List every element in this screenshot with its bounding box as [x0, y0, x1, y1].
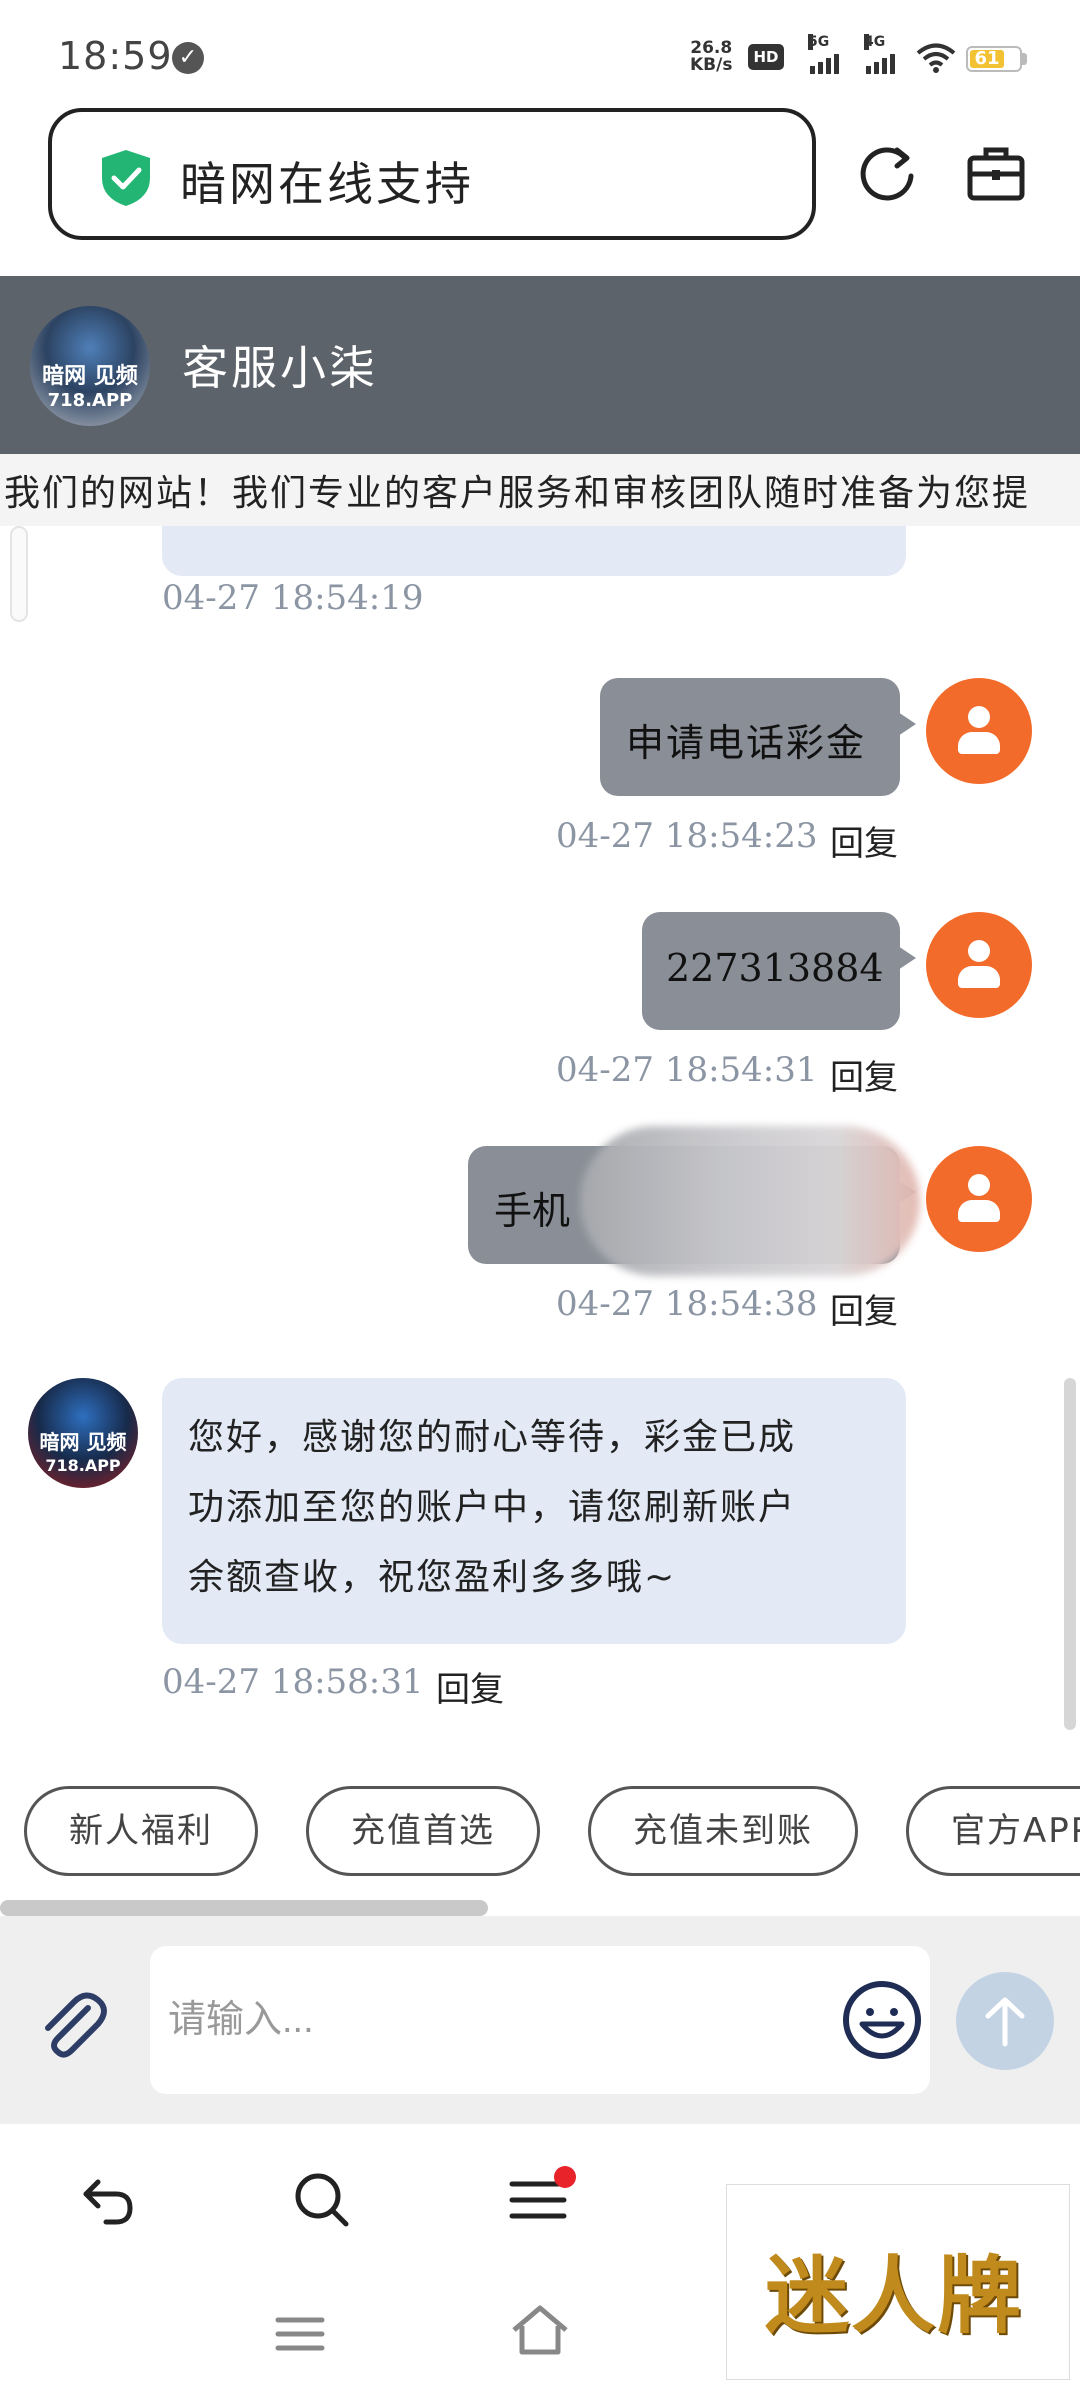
message-time: 04-27 18:58:31	[162, 1662, 424, 1702]
avatar-brand-text: 暗网 见频	[42, 364, 138, 389]
signal-5g-label: 5G	[808, 34, 830, 50]
hd-icon: HD	[748, 44, 784, 70]
notification-dot	[554, 2166, 576, 2188]
signal-4g-label: 4G	[864, 34, 886, 50]
announcement-text: 问我们的网站！我们专业的客户服务和审核团队随时准备为您提	[0, 473, 1031, 514]
message-line: 余额查收，祝您盈利多多哦~	[188, 1557, 677, 1598]
agent-message-bubble-partial	[162, 526, 906, 576]
agent-message-bubble: 您好，感谢您的耐心等待，彩金已成 功添加至您的账户中，请您刷新账户 余额查收，祝…	[162, 1378, 906, 1644]
user-message-bubble: 申请电话彩金	[600, 678, 916, 796]
quick-reply-bar: 新人福利 充值首选 充值未到账 官方APP	[0, 1772, 1080, 1902]
signal-4g-icon: 4G	[864, 34, 895, 74]
quick-reply-deposit-preferred[interactable]: 充值首选	[306, 1786, 540, 1876]
reload-icon[interactable]	[853, 140, 921, 208]
back-icon[interactable]	[76, 2168, 140, 2232]
agent-name: 客服小柒	[182, 341, 378, 395]
watermark-text: 迷人牌	[765, 2246, 1024, 2345]
message-time: 04-27 18:54:23	[556, 816, 818, 856]
watermark-logo: 迷人牌	[726, 2184, 1070, 2380]
user-avatar	[926, 1146, 1032, 1252]
left-scroll-indicator	[10, 526, 28, 622]
user-avatar	[926, 678, 1032, 784]
paperclip-icon[interactable]	[32, 1984, 116, 2068]
address-bar[interactable]: 暗网在线支持	[48, 108, 816, 240]
reply-link[interactable]: 回复	[830, 1284, 898, 1333]
redaction-blur	[580, 1126, 920, 1276]
avatar-brand-sub: 718.APP	[45, 1456, 121, 1475]
message-time: 04-27 18:54:31	[556, 1050, 818, 1090]
message-text: 申请电话彩金	[626, 721, 867, 765]
net-speed: 26.8 KB/s	[690, 40, 732, 74]
avatar-brand-sub: 718.APP	[47, 390, 133, 411]
message-line: 功添加至您的账户中，请您刷新账户	[188, 1487, 797, 1528]
announcement-marquee: 问我们的网站！我们专业的客户服务和审核团队随时准备为您提	[0, 454, 1080, 526]
status-bar: 18:59 ✓ 26.8 KB/s HD 5G 4G 61	[0, 0, 1080, 110]
arrow-up-icon	[985, 1997, 1025, 2047]
agent-avatar: 暗网 见频 718.APP	[28, 1378, 138, 1488]
toolbox-icon[interactable]	[962, 140, 1030, 208]
message-line: 您好，感谢您的耐心等待，彩金已成	[188, 1417, 797, 1458]
chat-header: 暗网 见频 718.APP 客服小柒	[0, 276, 1080, 454]
battery-icon: 61	[966, 46, 1022, 72]
user-message-bubble: 227313884	[642, 912, 916, 1030]
signal-5g-icon: 5G	[808, 34, 839, 74]
status-time: 18:59	[58, 34, 173, 78]
battery-tip	[1022, 53, 1027, 65]
net-speed-unit: KB/s	[690, 55, 733, 75]
user-avatar	[926, 912, 1032, 1018]
battery-level: 61	[970, 50, 1004, 68]
wifi-icon	[916, 43, 956, 73]
message-input-bar	[0, 1916, 1080, 2124]
quick-reply-new-user-bonus[interactable]: 新人福利	[24, 1786, 258, 1876]
home-icon[interactable]	[508, 2300, 572, 2364]
system-menu-icon[interactable]	[268, 2302, 332, 2366]
check-circle-icon: ✓	[172, 42, 204, 74]
emoji-icon[interactable]	[840, 1978, 924, 2062]
reply-link[interactable]: 回复	[830, 1050, 898, 1099]
quick-reply-official-app[interactable]: 官方APP	[906, 1786, 1080, 1876]
quick-reply-deposit-missing[interactable]: 充值未到账	[588, 1786, 858, 1876]
send-button[interactable]	[956, 1972, 1054, 2070]
message-text: 227313884	[666, 946, 884, 990]
shield-check-icon	[102, 150, 150, 206]
agent-avatar: 暗网 见频 718.APP	[30, 306, 150, 426]
chat-messages[interactable]: 04-27 18:54:19 申请电话彩金 04-27 18:54:23 回复 …	[0, 526, 1080, 1772]
reply-link[interactable]: 回复	[436, 1662, 504, 1711]
chat-scrollbar[interactable]	[1064, 1378, 1076, 1730]
avatar-brand-text: 暗网 见频	[39, 1430, 127, 1454]
reply-link[interactable]: 回复	[830, 816, 898, 865]
message-input[interactable]	[150, 1946, 930, 2094]
message-time: 04-27 18:54:38	[556, 1284, 818, 1324]
quick-reply-scrollbar[interactable]	[0, 1900, 488, 1916]
message-time: 04-27 18:54:19	[162, 578, 424, 618]
search-icon[interactable]	[290, 2168, 354, 2232]
page-title: 暗网在线支持	[180, 157, 474, 211]
message-text: 手机	[494, 1189, 571, 1233]
